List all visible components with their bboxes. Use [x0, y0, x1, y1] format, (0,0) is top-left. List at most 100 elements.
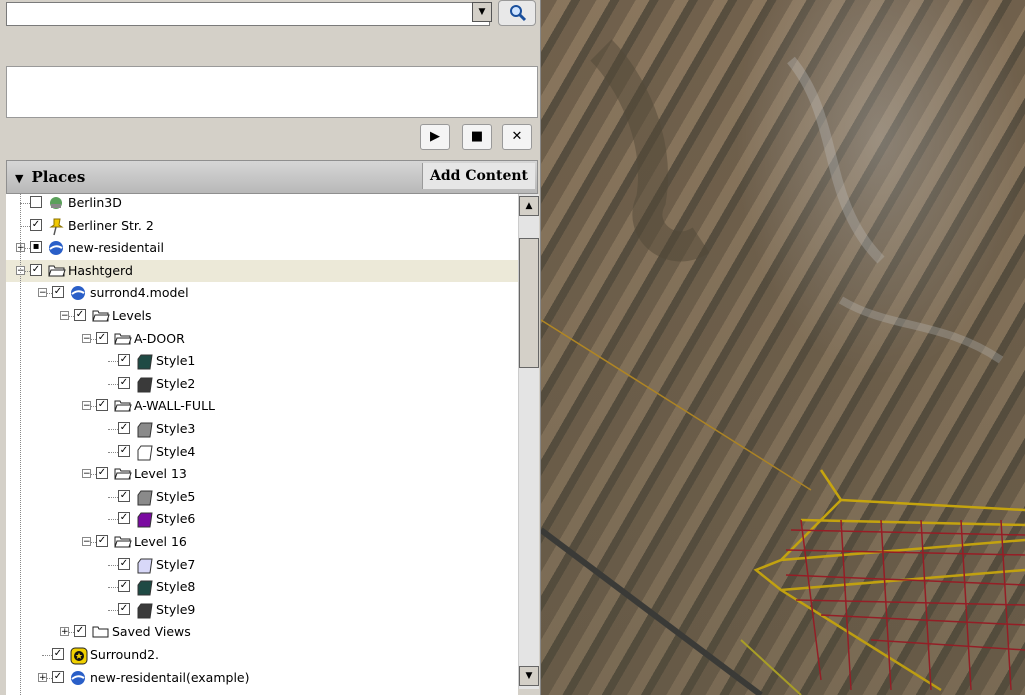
style-swatch-icon — [136, 376, 154, 393]
visibility-checkbox[interactable]: ✓ — [30, 263, 42, 276]
tree-item[interactable]: ✓ Style2 — [6, 373, 518, 395]
expand-toggle[interactable]: + — [38, 672, 47, 682]
visibility-checkbox[interactable]: ✓ — [118, 444, 130, 457]
style-swatch-icon — [136, 444, 154, 461]
collapse-toggle[interactable]: − — [38, 288, 47, 298]
visibility-checkbox[interactable]: ✓ — [118, 580, 130, 593]
tree-item[interactable]: − ✓ Hashtgerd — [6, 259, 518, 282]
tree-item[interactable]: ✓ Style3 — [6, 418, 518, 440]
visibility-checkbox[interactable]: ✓ — [52, 648, 64, 660]
tree-item-label: Hashtgerd — [68, 262, 133, 278]
visibility-checkbox[interactable]: ✓ — [96, 467, 108, 480]
tree-item-label: new-residentail(example) — [90, 669, 250, 685]
play-tour-button[interactable]: ▶ — [420, 124, 450, 150]
tree-item-label: Level 16 — [134, 534, 187, 549]
style-swatch-icon — [136, 421, 154, 438]
visibility-checkbox[interactable] — [30, 196, 42, 208]
tree-item[interactable]: − ✓ Levels — [6, 305, 518, 327]
style-swatch-icon — [136, 579, 154, 596]
tree-item[interactable]: ✓ Style6 — [6, 508, 518, 530]
search-input[interactable] — [6, 2, 490, 26]
collapse-toggle[interactable]: − — [82, 469, 91, 479]
style-swatch-icon — [136, 511, 154, 528]
places-title[interactable]: ▼ Places — [15, 168, 85, 186]
visibility-checkbox[interactable]: ✓ — [118, 422, 130, 434]
tree-item[interactable]: ✓ Style8 — [6, 576, 518, 598]
tree-item[interactable]: + ✓ new-residentail(example) — [6, 667, 518, 689]
map-view[interactable] — [541, 0, 1025, 695]
folder-open-icon — [114, 398, 132, 414]
tree-item[interactable]: + ✓ Saved Views — [6, 621, 518, 643]
tree-item-label: A-WALL-FULL — [134, 398, 215, 414]
search-button[interactable] — [498, 0, 536, 26]
visibility-checkbox[interactable]: ✓ — [96, 399, 108, 412]
scroll-thumb[interactable] — [519, 238, 539, 368]
model-icon — [70, 670, 86, 686]
visibility-checkbox[interactable]: ✓ — [52, 670, 64, 683]
tree-item[interactable]: − ✓ A-DOOR — [6, 328, 518, 350]
visibility-checkbox[interactable]: ✓ — [118, 489, 130, 502]
tree-item[interactable]: ✓ Style7 — [6, 554, 518, 576]
visibility-checkbox[interactable]: ✓ — [118, 376, 130, 389]
style-swatch-icon — [136, 557, 154, 574]
visibility-checkbox[interactable]: ✓ — [52, 286, 64, 299]
places-panel-header[interactable]: ▼ Places Add Content — [6, 160, 538, 194]
folder-open-icon — [114, 466, 132, 482]
folder-closed-icon — [92, 624, 109, 640]
tree-item[interactable]: − ✓ Level 16 — [6, 531, 518, 553]
expand-toggle[interactable]: + — [60, 627, 69, 637]
visibility-checkbox[interactable]: ✓ — [96, 331, 108, 344]
tree-item[interactable]: Berlin3D — [6, 194, 518, 214]
collapse-toggle[interactable]: − — [82, 333, 91, 343]
scroll-down-button[interactable]: ▼ — [519, 666, 539, 686]
pushpin-icon — [48, 218, 64, 235]
search-history-dropdown[interactable]: ▼ — [472, 2, 492, 22]
folder-open-icon — [92, 308, 110, 324]
tree-item[interactable]: ✓ Style9 — [6, 599, 518, 621]
visibility-checkbox[interactable]: ✓ — [74, 625, 86, 638]
collapse-toggle[interactable]: − — [82, 537, 91, 547]
tree-item-label: Style1 — [156, 353, 196, 369]
folder-open-icon — [114, 331, 132, 347]
visibility-checkbox[interactable]: ✓ — [118, 512, 130, 525]
visibility-checkbox[interactable]: ▪ — [30, 241, 42, 254]
tree-item-label: Saved Views — [112, 624, 191, 640]
add-content-button[interactable]: Add Content — [422, 163, 535, 189]
stop-tour-button[interactable]: ■ — [462, 124, 492, 150]
collapse-toggle[interactable]: − — [82, 401, 91, 411]
tree-item-label: surrond4.model — [90, 285, 189, 301]
style-swatch-icon — [136, 353, 154, 370]
scroll-up-button[interactable]: ▲ — [519, 196, 539, 216]
visibility-checkbox[interactable]: ✓ — [74, 309, 86, 321]
places-scrollbar[interactable]: ▲ ▼ — [518, 194, 539, 689]
model-icon — [48, 240, 64, 256]
tree-item[interactable]: ✓ Berliner Str. 2 — [6, 215, 518, 237]
tree-item[interactable]: ✓ Style4 — [6, 441, 518, 463]
tree-item-label: Levels — [112, 308, 152, 323]
search-icon — [510, 5, 527, 22]
tree-item-label: Style8 — [156, 579, 196, 595]
collapse-toggle[interactable]: − — [60, 311, 69, 321]
tree-item-label: Style6 — [156, 511, 196, 527]
tree-item[interactable]: ✓ Surround2. — [6, 644, 518, 666]
tour-icon — [48, 195, 64, 211]
sidebar-panel: ▼ ▶ ■ ✕ ▼ Places Add Content Berlin3D ✓ Ber… — [0, 0, 541, 695]
star-badge-icon — [70, 647, 88, 665]
visibility-checkbox[interactable]: ✓ — [30, 218, 42, 231]
tree-item[interactable]: + ▪ new-residentail — [6, 237, 518, 259]
visibility-checkbox[interactable]: ✓ — [118, 602, 130, 615]
visibility-checkbox[interactable]: ✓ — [96, 535, 108, 547]
model-icon — [70, 285, 86, 301]
tree-item[interactable]: ✓ Style1 — [6, 350, 518, 372]
style-swatch-icon — [136, 489, 154, 506]
tree-connector — [20, 194, 21, 695]
tree-item-label: new-residentail — [68, 240, 164, 256]
tree-item-label: Level 13 — [134, 466, 187, 482]
visibility-checkbox[interactable]: ✓ — [118, 354, 130, 367]
close-results-button[interactable]: ✕ — [502, 124, 532, 150]
tree-item[interactable]: − ✓ Level 13 — [6, 463, 518, 485]
tree-item[interactable]: − ✓ A-WALL-FULL — [6, 395, 518, 417]
tree-item[interactable]: ✓ Style5 — [6, 486, 518, 508]
visibility-checkbox[interactable]: ✓ — [118, 557, 130, 570]
tree-item[interactable]: − ✓ surrond4.model — [6, 282, 518, 304]
